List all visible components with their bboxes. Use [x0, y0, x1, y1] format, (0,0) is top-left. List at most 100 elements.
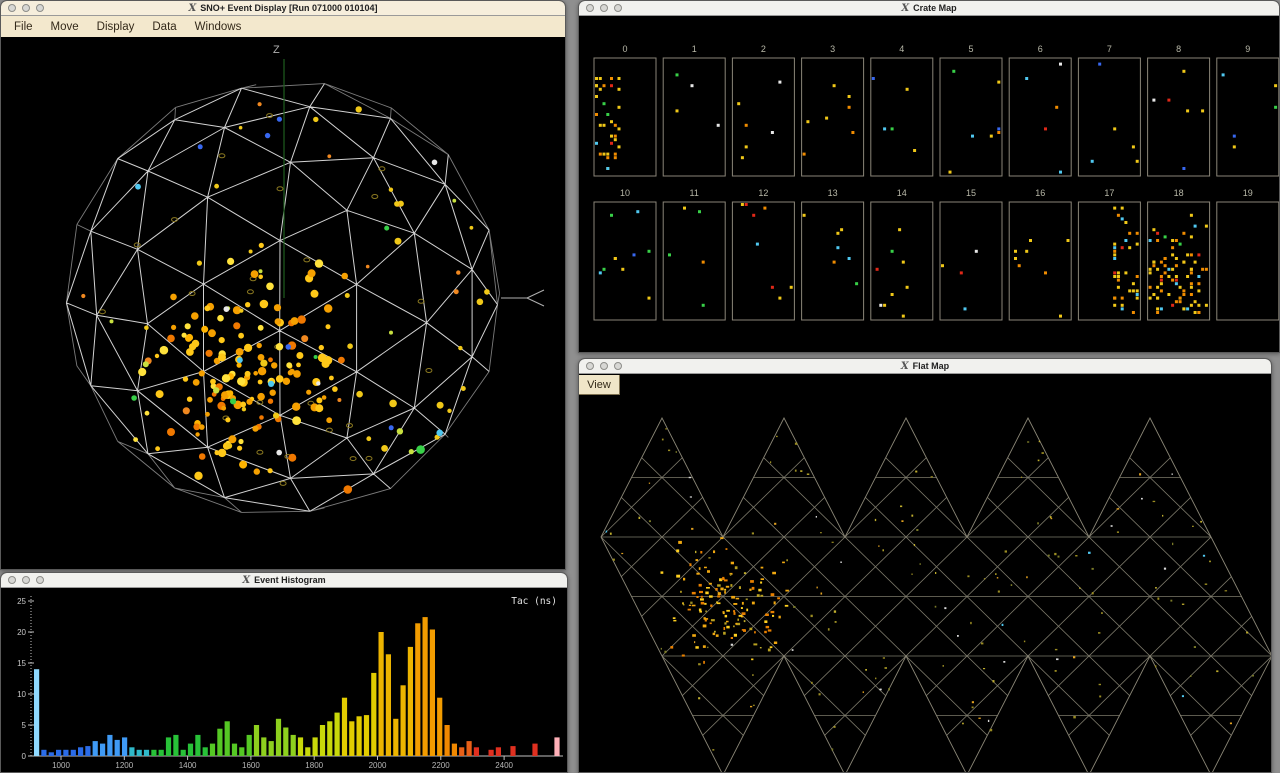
crate-7-box[interactable]	[1078, 58, 1140, 176]
flat-map-canvas[interactable]: View	[579, 374, 1271, 772]
window-button-close[interactable]	[586, 362, 594, 370]
menu-file[interactable]: File	[5, 19, 42, 35]
crate-12-box[interactable]	[732, 202, 794, 320]
crate-label: 6	[1038, 44, 1043, 54]
window-button-minimize[interactable]	[600, 4, 608, 12]
detector-sphere-view[interactable]: Z	[1, 37, 565, 570]
pmt-hit	[322, 360, 330, 368]
window-button-close[interactable]	[8, 4, 16, 12]
crate-13-box[interactable]	[802, 202, 864, 320]
tac-histogram[interactable]: 2520151050100012001400160018002000220024…	[1, 588, 567, 773]
flat-map-titlebar[interactable]: XFlat Map	[579, 359, 1271, 374]
menu-data[interactable]: Data	[143, 19, 185, 35]
crate-hit	[702, 261, 705, 264]
crate-hit	[1128, 289, 1131, 292]
pmt-hit	[246, 399, 252, 405]
window-button-close[interactable]	[586, 4, 594, 12]
crate-hit	[851, 131, 854, 134]
crate-hit	[1117, 286, 1120, 289]
window-button-zoom[interactable]	[36, 4, 44, 12]
desktop: XSNO+ Event Display [Run 071000 010104] …	[0, 0, 1280, 773]
flat-hit	[1021, 477, 1022, 478]
flat-hit	[760, 595, 763, 597]
histogram-titlebar[interactable]: XEvent Histogram	[1, 573, 567, 588]
crate-hit	[971, 135, 974, 138]
crate-hit	[1059, 315, 1062, 318]
flat-hit	[742, 602, 744, 605]
pmt-hit	[237, 357, 243, 363]
crate-16-box[interactable]	[1009, 202, 1071, 320]
histogram-bar	[313, 737, 318, 756]
crate-1-box[interactable]	[663, 58, 725, 176]
crate-hit	[1233, 135, 1236, 138]
crate-label: 9	[1245, 44, 1250, 54]
pmt-hit	[258, 325, 264, 331]
flat-hit	[709, 595, 713, 597]
crate-4-box[interactable]	[871, 58, 933, 176]
flat-hit	[817, 587, 818, 589]
window-button-zoom[interactable]	[614, 4, 622, 12]
crate-8-box[interactable]	[1148, 58, 1210, 176]
crate-hit	[1149, 268, 1152, 271]
flat-hit	[696, 596, 698, 598]
window-title: XCrate Map	[579, 3, 1279, 14]
crate-map-canvas[interactable]: 012345678910111213141516171819	[579, 16, 1279, 352]
histogram-canvas[interactable]: Tac (ns) 2520151050100012001400160018002…	[1, 588, 567, 772]
event-display-titlebar[interactable]: XSNO+ Event Display [Run 071000 010104]	[1, 1, 565, 16]
flat-hit	[726, 626, 729, 629]
crate-19-box[interactable]	[1217, 202, 1279, 320]
flat-hit	[746, 598, 748, 600]
crate-hit	[997, 131, 1000, 134]
window-button-close[interactable]	[8, 576, 16, 584]
flat-hit	[832, 748, 834, 750]
flat-hit	[931, 476, 933, 477]
flat-hit	[676, 451, 677, 453]
flat-map-net[interactable]	[579, 374, 1271, 773]
window-title: XEvent Histogram	[1, 575, 567, 586]
pmt-outline	[426, 369, 432, 373]
crate-hit	[1113, 275, 1116, 278]
crate-hit	[1197, 253, 1200, 256]
crate-0-box[interactable]	[594, 58, 656, 176]
crate-10-box[interactable]	[594, 202, 656, 320]
menu-windows[interactable]: Windows	[186, 19, 251, 35]
histogram-bar	[496, 747, 501, 756]
menu-move[interactable]: Move	[42, 19, 88, 35]
event-display-menubar: FileMoveDisplayDataWindows	[1, 16, 565, 38]
window-button-minimize[interactable]	[22, 576, 30, 584]
window-button-minimize[interactable]	[22, 4, 30, 12]
event-display-canvas[interactable]: Z	[1, 37, 565, 569]
crate-6-box[interactable]	[1009, 58, 1071, 176]
view-menu-button[interactable]: View	[579, 375, 620, 395]
pmt-hit	[239, 309, 243, 313]
crate-map-titlebar[interactable]: XCrate Map	[579, 1, 1279, 16]
crate-grid[interactable]: 012345678910111213141516171819	[579, 16, 1279, 353]
pmt-hit	[314, 355, 318, 359]
pmt-hit	[432, 160, 438, 166]
crate-hit	[741, 203, 744, 206]
crate-hit	[1167, 293, 1170, 296]
window-button-zoom[interactable]	[614, 362, 622, 370]
pmt-hit	[199, 453, 206, 460]
crate-hit	[1124, 239, 1127, 242]
pmt-hit	[207, 397, 213, 403]
crate-hit	[1182, 232, 1185, 235]
flat-hit	[723, 611, 725, 613]
flat-hit	[1246, 632, 1248, 634]
crate-11-box[interactable]	[663, 202, 725, 320]
crate-hit	[1274, 106, 1277, 109]
crate-9-box[interactable]	[1217, 58, 1279, 176]
flat-hit	[710, 605, 712, 607]
crate-hit	[1197, 304, 1200, 307]
crate-hit	[1190, 286, 1193, 289]
crate-17-box[interactable]	[1078, 202, 1140, 320]
menu-display[interactable]: Display	[88, 19, 144, 35]
flat-hit	[1117, 508, 1120, 509]
window-button-zoom[interactable]	[36, 576, 44, 584]
flat-hit	[821, 593, 823, 595]
crate-15-box[interactable]	[940, 202, 1002, 320]
window-button-minimize[interactable]	[600, 362, 608, 370]
crate-3-box[interactable]	[802, 58, 864, 176]
pmt-hit	[144, 326, 149, 331]
crate-5-box[interactable]	[940, 58, 1002, 176]
